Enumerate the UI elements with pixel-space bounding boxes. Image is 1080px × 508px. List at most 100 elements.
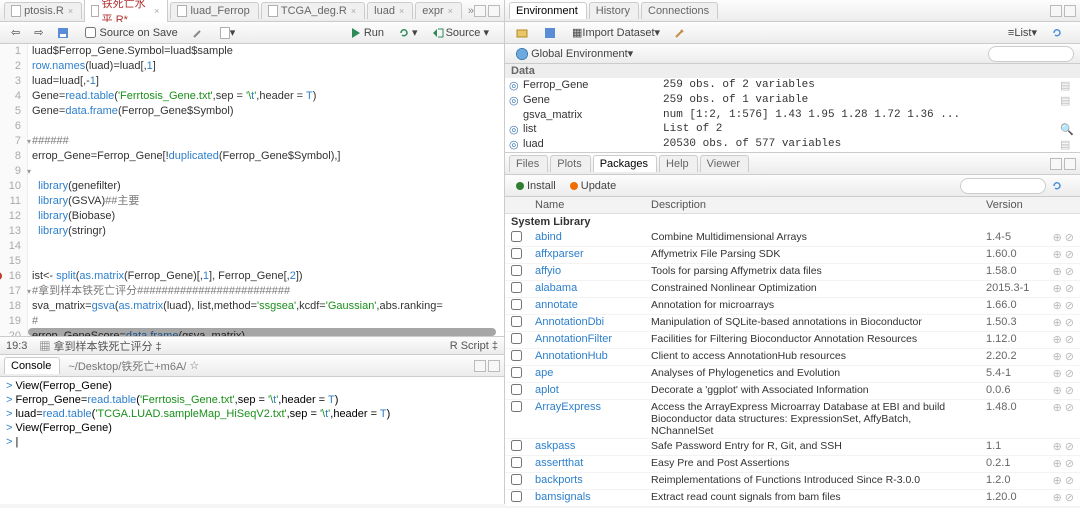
expand-icon[interactable]: ◎ [509, 123, 523, 136]
env-action-icon[interactable]: ▤ [1060, 94, 1076, 107]
pkg-remove-icon[interactable]: ⊘ [1065, 248, 1074, 261]
doc-outline-button[interactable]: ▦ 拿到样本铁死亡评分 ‡ [39, 338, 161, 354]
pkg-name-link[interactable]: AnnotationDbi [535, 316, 604, 328]
pkg-load-checkbox[interactable] [511, 231, 522, 242]
file-type-selector[interactable]: R Script ‡ [450, 340, 498, 352]
pkg-load-checkbox[interactable] [511, 474, 522, 485]
pkg-load-checkbox[interactable] [511, 265, 522, 276]
code-area[interactable]: luad$Ferrop_Gene.Symbol=luad$samplerow.n… [28, 44, 504, 336]
pkg-name-link[interactable]: bamsignals [535, 491, 591, 503]
maximize-pane-icon[interactable] [1064, 5, 1076, 17]
pkg-load-checkbox[interactable] [511, 384, 522, 395]
expand-icon[interactable]: ◎ [509, 138, 523, 151]
env-search-input[interactable] [988, 46, 1074, 62]
history-tab[interactable]: History [589, 2, 639, 19]
pkg-remove-icon[interactable]: ⊘ [1065, 367, 1074, 380]
pkg-remove-icon[interactable]: ⊘ [1065, 474, 1074, 487]
source-on-save-checkbox[interactable]: Source on Save [80, 26, 182, 40]
pkg-remove-icon[interactable]: ⊘ [1065, 457, 1074, 470]
env-row[interactable]: ◎listList of 2🔍 [505, 122, 1080, 137]
source-on-save-box[interactable] [85, 27, 96, 38]
clear-workspace-button[interactable] [669, 26, 693, 40]
update-button[interactable]: Update [565, 179, 621, 193]
notebook-button[interactable]: ▾ [215, 25, 241, 40]
maximize-pane-icon[interactable] [1064, 158, 1076, 170]
pkg-remove-icon[interactable]: ⊘ [1065, 299, 1074, 312]
files-tab[interactable]: Files [509, 155, 548, 172]
pkg-web-icon[interactable]: ⊕ [1053, 491, 1062, 504]
pkg-web-icon[interactable]: ⊕ [1053, 440, 1062, 453]
save-button[interactable] [52, 26, 76, 40]
minimize-pane-icon[interactable] [1050, 5, 1062, 17]
pkg-web-icon[interactable]: ⊕ [1053, 367, 1062, 380]
pkg-web-icon[interactable]: ⊕ [1053, 384, 1062, 397]
run-button[interactable]: Run [345, 26, 389, 40]
pkg-web-icon[interactable]: ⊕ [1053, 333, 1062, 346]
pkg-load-checkbox[interactable] [511, 350, 522, 361]
pkg-web-icon[interactable]: ⊕ [1053, 457, 1062, 470]
pkg-load-checkbox[interactable] [511, 333, 522, 344]
pkg-name-link[interactable]: assertthat [535, 457, 583, 469]
pkg-web-icon[interactable]: ⊕ [1053, 299, 1062, 312]
source-button[interactable]: Source ▾ [427, 25, 494, 40]
save-workspace-button[interactable] [539, 26, 563, 40]
packages-tab[interactable]: Packages [593, 155, 657, 172]
env-action-icon[interactable]: ▤ [1060, 79, 1076, 92]
pkg-remove-icon[interactable]: ⊘ [1065, 401, 1074, 414]
pkg-remove-icon[interactable]: ⊘ [1065, 265, 1074, 278]
pkg-web-icon[interactable]: ⊕ [1053, 316, 1062, 329]
refresh-button[interactable] [1046, 26, 1070, 40]
expand-icon[interactable] [509, 109, 523, 121]
minimize-pane-icon[interactable] [474, 360, 486, 372]
pkg-load-checkbox[interactable] [511, 367, 522, 378]
pkg-remove-icon[interactable]: ⊘ [1065, 350, 1074, 363]
pkg-remove-icon[interactable]: ⊘ [1065, 333, 1074, 346]
install-button[interactable]: Install [511, 179, 561, 193]
pkg-name-link[interactable]: annotate [535, 299, 578, 311]
pkg-web-icon[interactable]: ⊕ [1053, 401, 1062, 414]
pkg-load-checkbox[interactable] [511, 457, 522, 468]
load-workspace-button[interactable] [511, 26, 535, 40]
editor-tab[interactable]: luad_Ferrop [170, 2, 258, 19]
pkg-name-link[interactable]: affyio [535, 265, 561, 277]
editor-tab[interactable]: expr× [415, 2, 462, 19]
viewer-tab[interactable]: Viewer [700, 155, 749, 172]
env-row[interactable]: ◎Gene259 obs. of 1 variable▤ [505, 93, 1080, 108]
env-action-icon[interactable]: 🔍 [1060, 123, 1076, 136]
pkg-load-checkbox[interactable] [511, 299, 522, 310]
expand-icon[interactable]: ◎ [509, 79, 523, 92]
pkg-web-icon[interactable]: ⊕ [1053, 231, 1062, 244]
pkg-name-link[interactable]: abind [535, 231, 562, 243]
env-action-icon[interactable]: ▤ [1060, 138, 1076, 151]
console-body[interactable]: > View(Ferrop_Gene)> Ferrop_Gene=read.ta… [0, 377, 504, 504]
pkg-load-checkbox[interactable] [511, 248, 522, 259]
pkg-remove-icon[interactable]: ⊘ [1065, 491, 1074, 504]
pkg-name-link[interactable]: AnnotationFilter [535, 333, 612, 345]
refresh-button[interactable] [1046, 179, 1070, 193]
environment-tab[interactable]: Environment [509, 2, 587, 19]
scope-selector[interactable]: Global Environment ▾ [511, 46, 638, 61]
help-tab[interactable]: Help [659, 155, 698, 172]
back-button[interactable]: ⇦ [6, 25, 25, 40]
import-dataset-button[interactable]: ▦ Import Dataset ▾ [567, 25, 665, 40]
pkg-web-icon[interactable]: ⊕ [1053, 282, 1062, 295]
close-icon[interactable]: × [154, 6, 159, 16]
maximize-pane-icon[interactable] [488, 5, 500, 17]
pkg-search-input[interactable] [960, 178, 1046, 194]
minimize-pane-icon[interactable] [474, 5, 486, 17]
pkg-name-link[interactable]: AnnotationHub [535, 350, 608, 362]
forward-button[interactable]: ⇨ [29, 25, 48, 40]
pkg-remove-icon[interactable]: ⊘ [1065, 316, 1074, 329]
pkg-load-checkbox[interactable] [511, 401, 522, 412]
pkg-remove-icon[interactable]: ⊘ [1065, 231, 1074, 244]
pkg-remove-icon[interactable]: ⊘ [1065, 384, 1074, 397]
maximize-pane-icon[interactable] [488, 360, 500, 372]
pkg-load-checkbox[interactable] [511, 491, 522, 502]
pkg-name-link[interactable]: alabama [535, 282, 577, 294]
env-action-icon[interactable] [1060, 109, 1076, 121]
view-mode-selector[interactable]: ≡ List ▾ [1003, 25, 1042, 40]
pkg-name-link[interactable]: affxparser [535, 248, 584, 260]
editor-tab[interactable]: ptosis.R× [4, 2, 82, 19]
env-row[interactable]: gsva_matrixnum [1:2, 1:576] 1.43 1.95 1.… [505, 108, 1080, 122]
pkg-name-link[interactable]: askpass [535, 440, 575, 452]
